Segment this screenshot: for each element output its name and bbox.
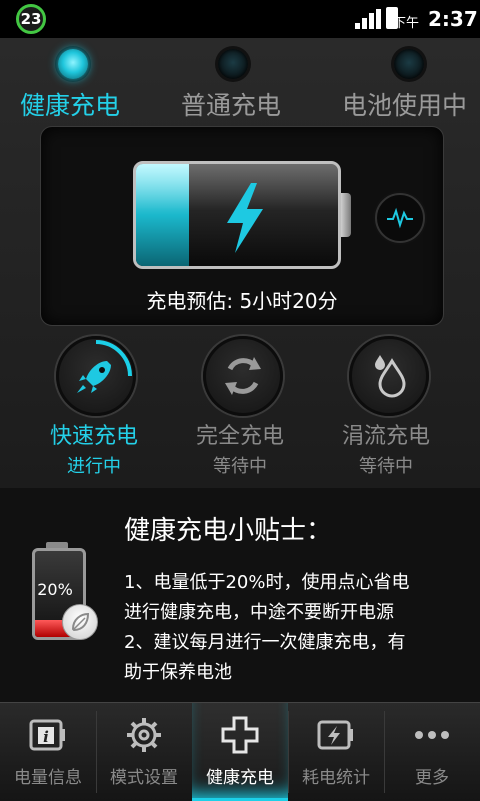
pulse-icon[interactable]: [375, 193, 425, 243]
nav-power-stats[interactable]: 耗电统计: [288, 703, 384, 801]
fast-charge-status: 进行中: [67, 456, 121, 477]
nav-power-stats-label: 耗电统计: [302, 768, 370, 788]
more-dots-icon: [415, 731, 449, 739]
tip-line-1: 1、电量低于20%时，使用点心省电: [124, 572, 410, 593]
tips-section: 20% 健康充电小贴士： 1、电量低于20%时，使用点心省电 进行健康充电，中途…: [0, 488, 480, 702]
nav-mode-settings-label: 模式设置: [110, 768, 178, 788]
trickle-charge-label: 涓流充电: [341, 424, 430, 449]
svg-text:i: i: [43, 728, 49, 746]
battery-terminal: [341, 193, 351, 237]
nav-battery-info[interactable]: i 电量信息: [0, 703, 96, 801]
tip-line-3: 2、建议每月进行一次健康充电，有: [124, 632, 406, 653]
fast-charge-label: 快速充电: [49, 424, 138, 449]
am-pm-label: 下午: [393, 16, 420, 31]
full-charge-status: 等待中: [213, 456, 267, 477]
fast-charge-button[interactable]: [56, 336, 136, 416]
trickle-charge-button[interactable]: [349, 336, 429, 416]
nav-mode-settings[interactable]: 模式设置: [96, 703, 192, 801]
nav-more-label: 更多: [415, 768, 449, 788]
tab-indicator-normal: [218, 49, 248, 79]
tab-normal-charge[interactable]: 普通充电: [181, 86, 281, 122]
tip-battery-level: 20%: [37, 580, 73, 599]
water-drop-icon: [375, 355, 406, 398]
full-charge-button[interactable]: [203, 336, 283, 416]
battery-bolt-icon: [317, 720, 353, 750]
battery-panel: 充电预估: 5小时20分: [40, 126, 444, 326]
tab-indicator-in-use: [394, 49, 424, 79]
plus-icon: [221, 716, 259, 754]
trickle-charge-status: 等待中: [359, 456, 413, 477]
bottom-nav: i 电量信息 模式设置 健康充电 耗电统计 更多: [0, 702, 480, 801]
tab-health-charge[interactable]: 健康充电: [20, 86, 120, 122]
charging-main: 健康充电 普通充电 电池使用中 充电预估: 5小时20分 快速充电 进行中 完全…: [0, 38, 480, 488]
lightning-bolt-icon: [227, 183, 263, 253]
charge-estimate: 充电预估: 5小时20分: [146, 289, 338, 313]
tab-indicator-health: [58, 49, 88, 79]
tips-title: 健康充电小贴士：: [124, 516, 333, 546]
info-battery-icon: i: [29, 719, 65, 751]
signal-icon: [355, 9, 381, 29]
nav-health-charge[interactable]: 健康充电: [192, 703, 288, 801]
nav-health-charge-label: 健康充电: [206, 768, 274, 788]
leaf-icon: [62, 604, 98, 640]
status-bar: 23 下午 2:37: [0, 0, 480, 38]
nav-battery-info-label: 电量信息: [14, 768, 82, 788]
notification-count-badge[interactable]: 23: [16, 4, 46, 34]
clock: 2:37: [428, 7, 478, 31]
full-charge-label: 完全充电: [195, 424, 284, 449]
tip-line-4: 助于保养电池: [124, 662, 232, 683]
rocket-icon: [77, 340, 132, 393]
tab-battery-in-use[interactable]: 电池使用中: [342, 86, 467, 122]
tip-line-2: 进行健康充电，中途不要断开电源: [124, 602, 394, 623]
refresh-icon: [225, 357, 261, 395]
gear-icon: [127, 718, 161, 752]
nav-more[interactable]: 更多: [384, 703, 480, 801]
